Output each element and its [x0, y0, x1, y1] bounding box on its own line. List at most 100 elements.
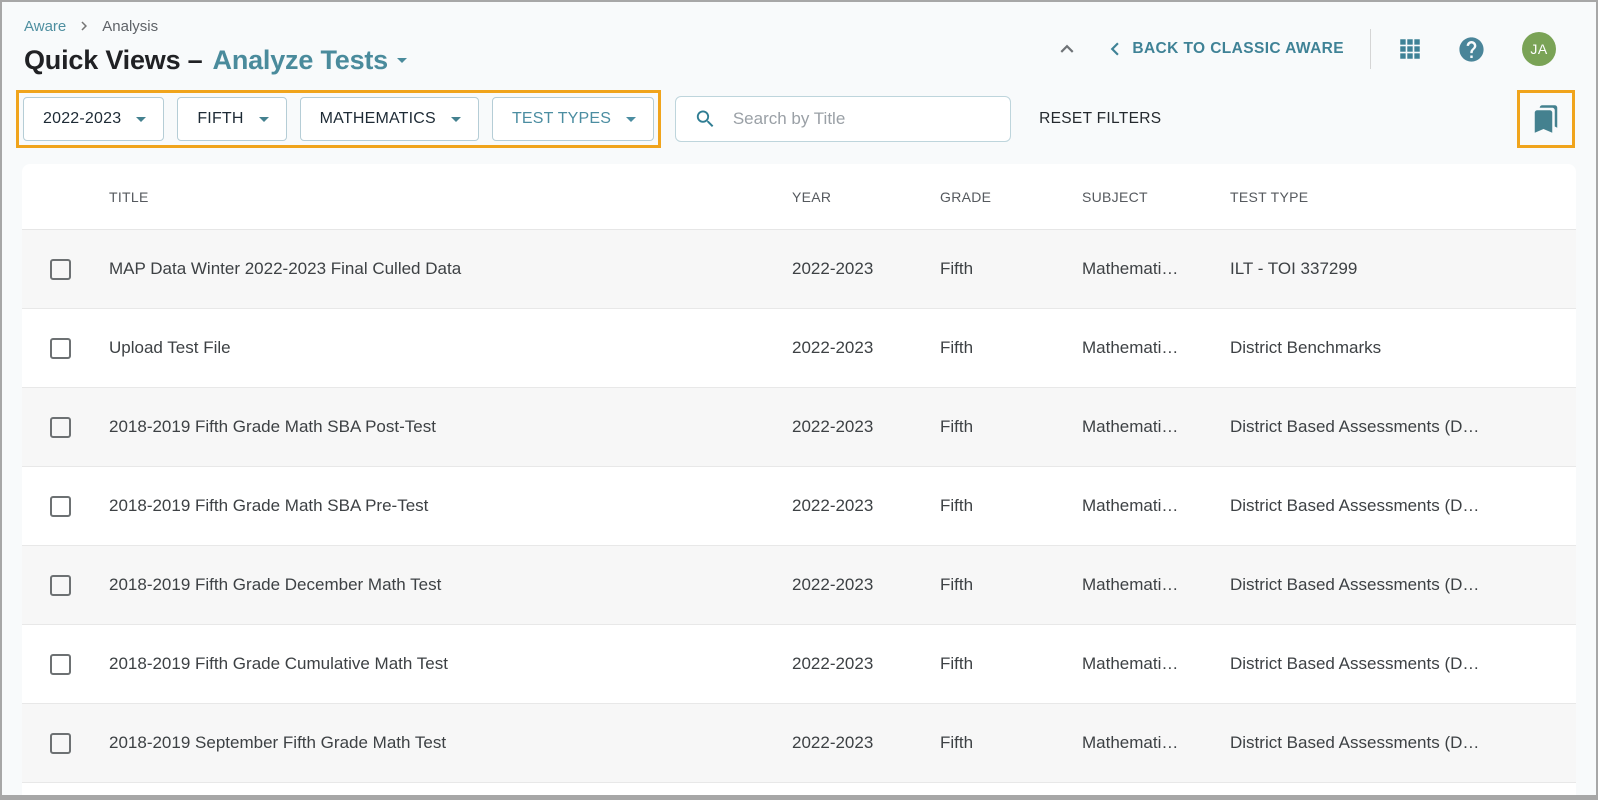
table-row[interactable]: 2018-2019 Fifth Grade Cumulative Math Te…	[22, 625, 1576, 704]
back-to-classic-link[interactable]: BACK TO CLASSIC AWARE	[1102, 36, 1344, 62]
avatar[interactable]: JA	[1522, 32, 1556, 66]
row-title: 2018-2019 Fifth Grade December Math Test	[109, 575, 792, 595]
table-row[interactable]: 2018-2019 Fifth Grade Math SBA Pre-Test …	[22, 467, 1576, 546]
back-to-classic-label: BACK TO CLASSIC AWARE	[1132, 40, 1344, 58]
row-grade: Fifth	[940, 496, 1082, 516]
subject-filter-dropdown[interactable]: MATHEMATICS	[300, 97, 479, 141]
filter-bar: 2022-2023 FIFTH MATHEMATICS TEST TYPES R	[16, 90, 1575, 148]
row-checkbox[interactable]	[50, 496, 71, 517]
search-input[interactable]	[733, 109, 996, 129]
grade-filter-dropdown[interactable]: FIFTH	[177, 97, 286, 141]
row-checkbox-cell	[22, 259, 109, 280]
row-checkbox[interactable]	[50, 417, 71, 438]
collapse-header-button[interactable]	[1054, 36, 1080, 62]
table-row[interactable]: MAP Data Winter 2022-2023 Final Culled D…	[22, 230, 1576, 309]
row-checkbox-cell	[22, 654, 109, 675]
table-row[interactable]: Upload Test File 2022-2023 Fifth Mathema…	[22, 309, 1576, 388]
row-test-type: District Benchmarks	[1230, 338, 1576, 358]
row-checkbox[interactable]	[50, 338, 71, 359]
chevron-right-icon	[75, 17, 93, 35]
row-year: 2022-2023	[792, 259, 940, 279]
row-test-type: District Based Assessments (D…	[1230, 496, 1576, 516]
breadcrumb-item-aware[interactable]: Aware	[24, 18, 66, 35]
row-year: 2022-2023	[792, 496, 940, 516]
table-header-row: TITLE YEAR GRADE SUBJECT TEST TYPE	[22, 164, 1576, 230]
row-checkbox[interactable]	[50, 654, 71, 675]
row-year: 2022-2023	[792, 417, 940, 437]
row-checkbox-cell	[22, 733, 109, 754]
chevron-left-icon	[1102, 36, 1128, 62]
header-divider	[1370, 29, 1371, 69]
row-year: 2022-2023	[792, 733, 940, 753]
row-test-type: District Based Assessments (D…	[1230, 733, 1576, 753]
page-header: Aware Analysis Quick Views – Analyze Tes…	[2, 2, 1596, 77]
row-grade: Fifth	[940, 259, 1082, 279]
row-test-type: District Based Assessments (D…	[1230, 575, 1576, 595]
tests-table: TITLE YEAR GRADE SUBJECT TEST TYPE MAP D…	[22, 164, 1576, 799]
row-title: 2018-2019 Fifth Grade Cumulative Math Te…	[109, 654, 792, 674]
column-header-title: TITLE	[109, 189, 792, 205]
header-actions: BACK TO CLASSIC AWARE JA	[1054, 30, 1556, 68]
filters-annotation-highlight: 2022-2023 FIFTH MATHEMATICS TEST TYPES	[16, 90, 661, 148]
row-year: 2022-2023	[792, 575, 940, 595]
view-selector-dropdown[interactable]: Analyze Tests	[213, 45, 414, 76]
year-filter-label: 2022-2023	[43, 110, 121, 128]
apps-menu-button[interactable]	[1397, 36, 1423, 62]
bookmarks-icon	[1531, 104, 1561, 134]
row-checkbox-cell	[22, 338, 109, 359]
year-filter-dropdown[interactable]: 2022-2023	[23, 97, 164, 141]
column-header-subject: SUBJECT	[1082, 189, 1230, 205]
table-row[interactable]: 2018-2019 Fifth Grade December Math Test…	[22, 546, 1576, 625]
saved-views-button[interactable]	[1531, 104, 1561, 134]
caret-down-icon	[129, 107, 153, 131]
arrow-drop-down-icon	[390, 48, 414, 72]
row-test-type: District Based Assessments (D…	[1230, 654, 1576, 674]
row-checkbox-cell	[22, 417, 109, 438]
reset-filters-button[interactable]: RESET FILTERS	[1039, 110, 1161, 128]
row-checkbox[interactable]	[50, 733, 71, 754]
row-title: Upload Test File	[109, 338, 792, 358]
caret-down-icon	[619, 107, 643, 131]
row-checkbox[interactable]	[50, 259, 71, 280]
row-grade: Fifth	[940, 338, 1082, 358]
row-subject: Mathemati…	[1082, 575, 1230, 595]
caret-down-icon	[444, 107, 468, 131]
page-title-static: Quick Views –	[24, 45, 203, 76]
row-year: 2022-2023	[792, 654, 940, 674]
row-title: 2018-2019 Fifth Grade Math SBA Pre-Test	[109, 496, 792, 516]
column-header-test-type: TEST TYPE	[1230, 189, 1576, 205]
row-grade: Fifth	[940, 417, 1082, 437]
row-grade: Fifth	[940, 575, 1082, 595]
row-subject: Mathemati…	[1082, 417, 1230, 437]
row-checkbox-cell	[22, 575, 109, 596]
grade-filter-label: FIFTH	[197, 110, 243, 128]
row-subject: Mathemati…	[1082, 259, 1230, 279]
column-header-year: YEAR	[792, 189, 940, 205]
help-circle-icon	[1457, 35, 1486, 64]
bookmark-annotation-highlight	[1517, 90, 1575, 148]
search-icon	[694, 106, 717, 132]
caret-down-icon	[252, 107, 276, 131]
row-year: 2022-2023	[792, 338, 940, 358]
row-test-type: ILT - TOI 337299	[1230, 259, 1576, 279]
test-types-filter-dropdown[interactable]: TEST TYPES	[492, 97, 654, 141]
partial-next-row	[22, 783, 1576, 799]
subject-filter-label: MATHEMATICS	[320, 110, 436, 128]
row-title: 2018-2019 Fifth Grade Math SBA Post-Test	[109, 417, 792, 437]
test-types-filter-label: TEST TYPES	[512, 110, 611, 128]
row-test-type: District Based Assessments (D…	[1230, 417, 1576, 437]
row-subject: Mathemati…	[1082, 733, 1230, 753]
breadcrumb-item-analysis: Analysis	[102, 18, 158, 35]
row-subject: Mathemati…	[1082, 496, 1230, 516]
row-checkbox-cell	[22, 496, 109, 517]
table-row[interactable]: 2018-2019 Fifth Grade Math SBA Post-Test…	[22, 388, 1576, 467]
view-selector-label: Analyze Tests	[213, 45, 388, 76]
row-subject: Mathemati…	[1082, 338, 1230, 358]
row-title: MAP Data Winter 2022-2023 Final Culled D…	[109, 259, 792, 279]
chevron-up-icon	[1054, 36, 1080, 62]
row-checkbox[interactable]	[50, 575, 71, 596]
row-title: 2018-2019 September Fifth Grade Math Tes…	[109, 733, 792, 753]
app-window: Aware Analysis Quick Views – Analyze Tes…	[0, 0, 1598, 800]
help-button[interactable]	[1457, 35, 1486, 64]
table-row[interactable]: 2018-2019 September Fifth Grade Math Tes…	[22, 704, 1576, 783]
